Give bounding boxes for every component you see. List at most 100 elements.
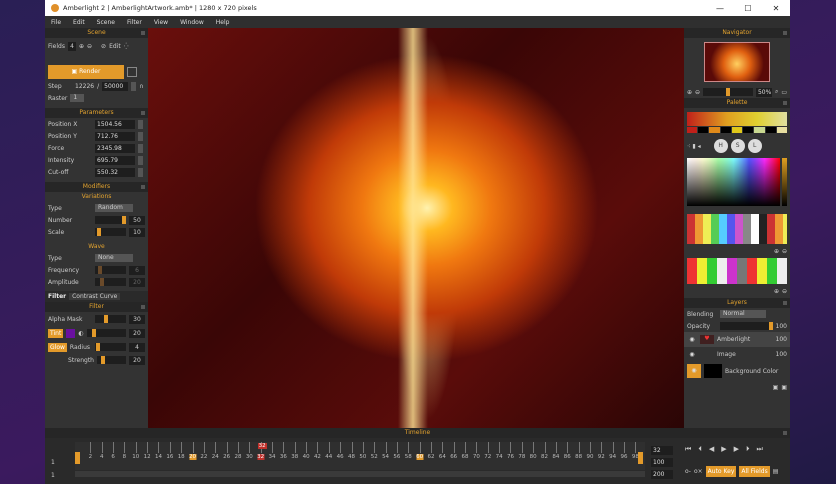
lightness-knob[interactable]: L	[747, 139, 762, 153]
tint-slider[interactable]	[86, 329, 126, 337]
saturation-knob[interactable]: S	[730, 139, 745, 153]
step-max-input[interactable]: 50000	[102, 81, 129, 91]
fields-input[interactable]: 4	[67, 41, 76, 51]
remove-field-icon[interactable]: ⊖	[87, 43, 92, 50]
palette-swatch[interactable]	[720, 127, 731, 133]
radius-slider[interactable]	[94, 343, 126, 351]
visibility-eye-icon[interactable]: ◉	[687, 364, 701, 378]
end-frame-input[interactable]: 100	[651, 458, 673, 467]
minimize-button[interactable]: —	[706, 4, 734, 13]
headphones-icon[interactable]: ∩	[139, 83, 143, 90]
distribute-icon[interactable]: ⁖ ▮ ◂	[687, 143, 701, 150]
next-key-icon[interactable]: ⏵	[746, 445, 750, 454]
prev-key-icon[interactable]: ⏴	[698, 445, 702, 454]
end-marker[interactable]	[638, 452, 643, 464]
tint-toggle[interactable]: Tint	[48, 328, 64, 338]
opacity-slider[interactable]	[720, 322, 773, 330]
param-input[interactable]: 712.76	[95, 131, 135, 141]
prev-frame-icon[interactable]: ◀	[709, 445, 714, 454]
layer-row[interactable]: ◉ Background Color	[684, 362, 790, 380]
visibility-eye-icon[interactable]: ◉	[687, 336, 697, 343]
key-icon[interactable]: o-	[685, 468, 691, 475]
zoom-out-icon[interactable]: ⊖	[695, 89, 700, 96]
tab-filter[interactable]: Filter	[48, 293, 66, 300]
blending-dropdown[interactable]: Normal	[720, 310, 766, 318]
preview-toggle-icon[interactable]	[127, 67, 137, 77]
zoom-slider[interactable]	[703, 88, 753, 96]
play-icon[interactable]: ▶	[721, 445, 726, 454]
variation-type-dropdown[interactable]: Random	[95, 204, 133, 212]
param-input[interactable]: 2345.98	[95, 143, 135, 153]
param-input[interactable]: 550.32	[95, 167, 135, 177]
remove-key-icon[interactable]: o×	[694, 468, 703, 475]
next-frame-icon[interactable]: ▶	[734, 445, 739, 454]
param-input[interactable]: 695.79	[95, 155, 135, 165]
tab-contrast-curve[interactable]: Contrast Curve	[69, 293, 121, 300]
save-icon[interactable]: ▤	[773, 468, 779, 475]
color-picker-icon[interactable]: ◐	[78, 330, 83, 337]
menu-help[interactable]: Help	[216, 19, 230, 26]
raster-dropdown[interactable]: 1	[70, 94, 85, 102]
number-value[interactable]: 50	[129, 215, 145, 225]
menu-window[interactable]: Window	[180, 19, 204, 26]
radius-value[interactable]: 4	[129, 342, 145, 352]
remove-gradient-icon[interactable]: ⊖	[782, 288, 787, 295]
edit-label[interactable]: Edit	[109, 43, 121, 50]
playhead[interactable]: 32	[257, 443, 267, 449]
visibility-eye-icon[interactable]: ◉	[687, 351, 697, 358]
render-button[interactable]: ▣ Render	[48, 65, 124, 79]
tint-value[interactable]: 20	[129, 328, 145, 338]
layer-row[interactable]: ◉ ♥ Amberlight 100	[684, 332, 790, 347]
tint-color-swatch[interactable]	[66, 328, 76, 338]
amplitude-value[interactable]: 20	[129, 277, 145, 287]
palette-gradient[interactable]	[687, 112, 787, 126]
alpha-mask-slider[interactable]	[95, 315, 126, 323]
remove-swatch-icon[interactable]: ⊖	[782, 248, 787, 255]
glow-toggle[interactable]: Glow	[48, 342, 67, 352]
palette-swatch[interactable]	[731, 127, 743, 133]
param-spinner[interactable]	[138, 155, 143, 165]
menu-edit[interactable]: Edit	[73, 19, 85, 26]
navigator-preview[interactable]	[704, 42, 770, 82]
render-canvas[interactable]	[148, 28, 684, 428]
fit-screen-icon[interactable]: ▭	[781, 89, 787, 96]
menu-file[interactable]: File	[51, 19, 61, 26]
wave-type-dropdown[interactable]: None	[95, 254, 133, 262]
palette-swatch[interactable]	[765, 127, 776, 133]
param-spinner[interactable]	[138, 131, 143, 141]
palette-swatch[interactable]	[687, 127, 698, 133]
strength-value[interactable]: 20	[129, 355, 145, 365]
add-field-icon[interactable]: ⊕	[79, 43, 84, 50]
palette-swatch[interactable]	[743, 127, 754, 133]
palette-swatch[interactable]	[776, 127, 787, 133]
palette-swatch[interactable]	[709, 127, 720, 133]
frequency-slider[interactable]	[95, 266, 126, 274]
max-frame-input[interactable]: 200	[651, 470, 673, 479]
maximize-button[interactable]: ☐	[734, 4, 762, 13]
color-picker[interactable]	[687, 158, 780, 206]
auto-key-button[interactable]: Auto Key	[705, 466, 737, 477]
alpha-mask-value[interactable]: 30	[129, 314, 145, 324]
scatter-icon[interactable]: ⁛	[124, 43, 129, 50]
param-spinner[interactable]	[138, 119, 143, 129]
param-spinner[interactable]	[138, 143, 143, 153]
first-frame-icon[interactable]: ⏮	[685, 445, 691, 454]
add-swatch-icon[interactable]: ⊕	[774, 248, 779, 255]
add-gradient-icon[interactable]: ⊕	[774, 288, 779, 295]
strength-slider[interactable]	[97, 356, 126, 364]
close-button[interactable]: ✕	[762, 4, 790, 13]
all-fields-button[interactable]: All Fields	[739, 466, 770, 477]
current-frame-input[interactable]: 32	[651, 446, 673, 455]
last-frame-icon[interactable]: ⏭	[756, 445, 762, 454]
step-spinner[interactable]	[131, 81, 137, 91]
layer-row[interactable]: ◉ Image 100	[684, 347, 790, 362]
timeline-ruler[interactable]: 2 4 6 8 10 12 14 16 18 20 22 24 26 28 30 32 34 36 38 40 42 44…	[75, 442, 645, 470]
palette-swatch[interactable]	[698, 127, 709, 133]
edit-icon[interactable]: ⊘	[101, 43, 106, 50]
start-marker[interactable]	[75, 452, 80, 464]
import-layer-icon[interactable]: ▣	[773, 384, 779, 391]
hue-knob[interactable]: H	[713, 139, 728, 153]
zoom-fit-icon[interactable]: ⌕	[775, 88, 778, 96]
zoom-in-icon[interactable]: ⊕	[687, 89, 692, 96]
palette-swatch[interactable]	[754, 127, 765, 133]
